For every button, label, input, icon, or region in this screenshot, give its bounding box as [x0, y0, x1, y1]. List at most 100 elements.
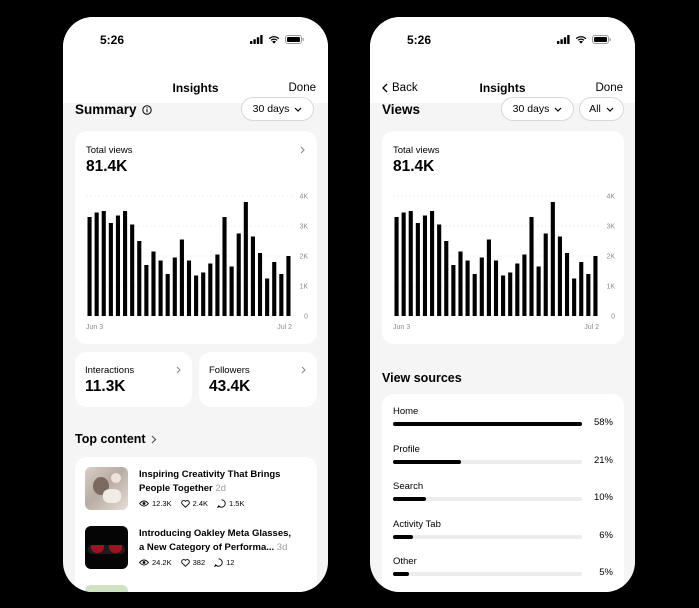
chart-bar[interactable] — [408, 211, 413, 316]
chart-bar[interactable] — [257, 253, 263, 316]
chart-bar[interactable] — [194, 275, 199, 317]
views-bar-chart: 4K 3K 2K 1K 0 Jun 3 Jul 2 — [393, 194, 615, 331]
source-progress-fill — [393, 497, 426, 501]
source-progress-fill — [393, 459, 462, 464]
battery-icon — [285, 35, 304, 44]
chart-bar[interactable] — [179, 239, 184, 317]
y-tick-label: 0 — [304, 314, 308, 321]
chart-bar[interactable] — [115, 215, 121, 317]
chart-bar[interactable] — [158, 260, 163, 317]
source-filter-dropdown[interactable]: All — [579, 97, 624, 121]
chart-bar[interactable] — [279, 274, 284, 316]
chart-bar[interactable] — [586, 274, 591, 316]
chart-bar[interactable] — [572, 278, 577, 317]
done-button[interactable]: Done — [596, 82, 624, 94]
source-percent: 5% — [599, 567, 613, 578]
chart-bar[interactable] — [557, 236, 562, 317]
chart-bar[interactable] — [437, 224, 442, 317]
chart-bar[interactable] — [522, 254, 527, 317]
insights-views-screen: 5:26 Back Insights Done Views 30 days Al… — [370, 17, 635, 592]
chart-bar[interactable] — [229, 266, 234, 317]
chart-bar[interactable] — [472, 274, 477, 316]
chart-bar[interactable] — [579, 262, 584, 316]
status-bar: 5:26 — [370, 17, 635, 59]
chart-bar[interactable] — [208, 263, 213, 317]
y-tick-label: 4K — [606, 194, 615, 201]
chart-bar[interactable] — [593, 256, 598, 316]
chart-bar[interactable] — [87, 217, 92, 316]
chart-bar[interactable] — [272, 262, 277, 316]
chart-bar[interactable] — [151, 251, 156, 317]
chevron-right-icon — [151, 435, 156, 443]
chart-bar[interactable] — [286, 256, 291, 316]
chart-bar[interactable] — [493, 260, 499, 317]
chart-bar[interactable] — [543, 233, 548, 317]
chart-bar[interactable] — [201, 272, 206, 317]
chart-bar[interactable] — [243, 202, 248, 316]
done-button[interactable]: Done — [289, 82, 317, 94]
chart-bar[interactable] — [458, 251, 463, 317]
chart-bar[interactable] — [144, 265, 149, 316]
chart-bar[interactable] — [215, 254, 220, 317]
y-tick-label: 2K — [606, 254, 615, 261]
chart-bar[interactable] — [130, 224, 135, 317]
chart-bar[interactable] — [536, 266, 541, 317]
eye-icon — [139, 500, 149, 507]
comment-icon — [214, 558, 223, 567]
chart-bar[interactable] — [165, 274, 170, 316]
chart-bar[interactable] — [430, 211, 435, 316]
chart-bar[interactable] — [451, 265, 456, 316]
chart-bar[interactable] — [550, 202, 555, 316]
source-filter-label: All — [589, 103, 601, 115]
views-heading: Views — [382, 102, 420, 117]
chart-bar[interactable] — [529, 217, 534, 316]
wifi-icon — [268, 36, 280, 44]
list-item[interactable]: Inspiring Creativity That Brings People … — [85, 467, 309, 513]
source-label: Activity Tab — [393, 518, 441, 530]
chart-bar[interactable] — [501, 275, 506, 317]
info-icon[interactable] — [141, 104, 152, 115]
chart-bar[interactable] — [508, 272, 513, 317]
chart-bar[interactable] — [444, 241, 449, 316]
heart-icon — [180, 499, 190, 508]
chart-bar[interactable] — [186, 260, 192, 317]
chart-bar[interactable] — [172, 257, 177, 317]
chart-bar[interactable] — [222, 217, 227, 316]
chart-bar[interactable] — [123, 211, 128, 316]
chart-bar[interactable] — [94, 212, 99, 317]
total-views-card[interactable]: Total views 81.4K 4K 3K 2K 1K 0 Jun 3 Jul 2 — [75, 131, 317, 344]
heart-icon — [180, 558, 190, 567]
chart-bar[interactable] — [236, 233, 241, 317]
chart-bar[interactable] — [137, 241, 142, 316]
chart-bar[interactable] — [101, 211, 106, 316]
source-percent: 10% — [593, 492, 613, 503]
top-content-heading[interactable]: Top content — [75, 432, 157, 446]
chart-bar[interactable] — [564, 253, 570, 316]
post-title: Introducing Oakley Meta Glasses, a New C… — [139, 528, 292, 553]
y-tick-label: 3K — [299, 224, 308, 231]
y-tick-label: 4K — [299, 194, 308, 201]
date-range-dropdown[interactable]: 30 days — [241, 97, 314, 121]
chart-bar[interactable] — [486, 239, 491, 317]
chart-bar[interactable] — [479, 257, 484, 317]
list-item[interactable]: Introducing Oakley Meta Glasses, a New C… — [85, 526, 309, 572]
chart-bar[interactable] — [108, 223, 113, 316]
chart-bar[interactable] — [250, 236, 255, 317]
chevron-right-icon — [176, 366, 181, 374]
status-time: 5:26 — [407, 33, 432, 47]
followers-card[interactable]: Followers 43.4K — [199, 352, 317, 407]
post-stats: 24.2K 382 12 — [139, 558, 234, 567]
post-stats: 12.3K 2.4K 1.5K — [139, 499, 244, 508]
chart-bar[interactable] — [465, 260, 470, 317]
y-tick-label: 2K — [299, 254, 308, 261]
chart-bar[interactable] — [415, 223, 420, 316]
date-range-dropdown[interactable]: 30 days — [501, 97, 574, 121]
chart-bar[interactable] — [422, 215, 428, 317]
source-progress-fill — [393, 422, 582, 426]
chart-bar[interactable] — [515, 263, 520, 317]
source-progress-track — [393, 497, 582, 501]
chart-bar[interactable] — [394, 217, 399, 316]
chart-bar[interactable] — [265, 278, 270, 317]
chart-bar[interactable] — [401, 212, 406, 317]
interactions-card[interactable]: Interactions 11.3K — [75, 352, 192, 407]
